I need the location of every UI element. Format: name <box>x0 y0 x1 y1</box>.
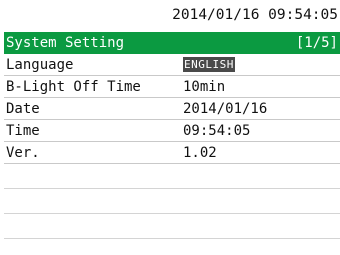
empty-row <box>4 214 340 239</box>
settings-list: Language ENGLISH B-Light Off Time 10min … <box>4 54 340 239</box>
setting-row-backlight-off-time[interactable]: B-Light Off Time 10min <box>4 76 340 98</box>
setting-row-version: Ver. 1.02 <box>4 142 340 164</box>
setting-value-version: 1.02 <box>183 145 217 161</box>
setting-value-date[interactable]: 2014/01/16 <box>183 98 267 120</box>
status-bar: 2014/01/16 09:54:05 <box>0 0 340 32</box>
title-bar: System Setting [1/5] <box>4 32 340 54</box>
setting-value-language[interactable]: ENGLISH <box>183 54 235 76</box>
status-datetime: 2014/01/16 09:54:05 <box>172 7 338 23</box>
empty-row <box>4 189 340 214</box>
setting-row-time[interactable]: Time 09:54:05 <box>4 120 340 142</box>
setting-label-backlight-off-time: B-Light Off Time <box>6 79 141 95</box>
device-screen: 2014/01/16 09:54:05 System Setting [1/5]… <box>0 0 340 255</box>
setting-label-language: Language <box>6 57 74 73</box>
language-selected-value[interactable]: ENGLISH <box>183 56 235 72</box>
empty-row <box>4 164 340 189</box>
setting-row-language[interactable]: Language ENGLISH <box>4 54 340 76</box>
setting-row-date[interactable]: Date 2014/01/16 <box>4 98 340 120</box>
setting-value-backlight-off-time[interactable]: 10min <box>183 76 225 98</box>
setting-value-time[interactable]: 09:54:05 <box>183 120 250 142</box>
page-title: System Setting <box>6 35 125 51</box>
page-indicator: [1/5] <box>295 35 338 51</box>
setting-label-date: Date <box>6 101 40 117</box>
setting-label-version: Ver. <box>6 145 40 161</box>
setting-label-time: Time <box>6 123 40 139</box>
